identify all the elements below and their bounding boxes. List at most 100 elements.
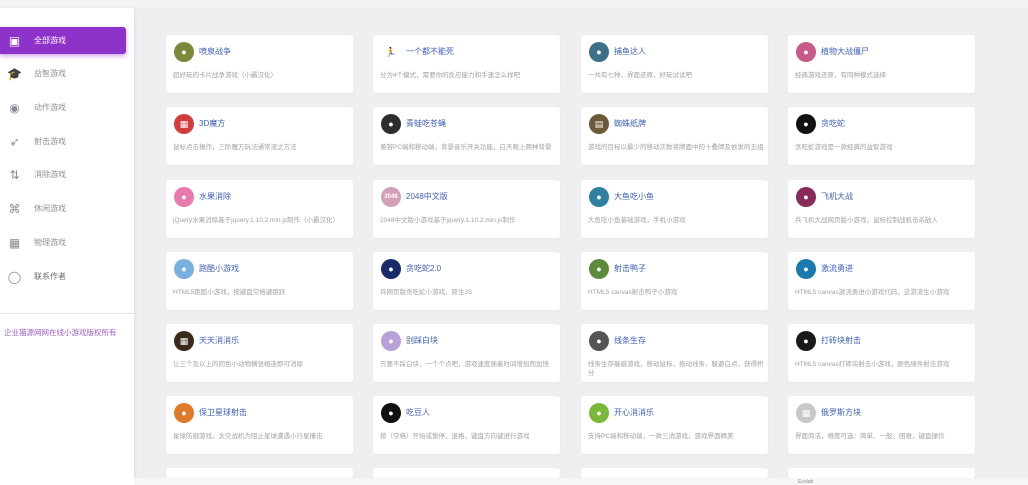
game-title[interactable]: 2048中文版 <box>406 191 448 202</box>
game-title[interactable]: 飞机大战 <box>821 191 853 202</box>
game-card[interactable]: ● 开心消消乐支持PC端和移动端，一款三消游戏，游戏界面精美 <box>581 396 768 454</box>
sidebar-item-category-2[interactable]: 🎓 益智游戏 <box>0 60 126 87</box>
game-card[interactable]: ● 别踩白块只要不踩白块，一个个点吧，游戏速度随着时间增加而加快 <box>373 324 560 382</box>
game-title[interactable]: 开心消消乐 <box>614 407 654 418</box>
game-description: 按（空格）开始或暂停，退格，键盘方向键进行游戏 <box>380 433 530 440</box>
game-card[interactable]: ● 飞机大战 兵飞机大战网页版小游戏，鼠标控制战机击杀敌人 <box>788 180 975 238</box>
game-card[interactable]: ● 线条生存线条生存躲避游戏，移动鼠标，拖动线条，躲避白点，获得积分 <box>581 324 768 382</box>
game-description: 贪吃蛇游戏是一款经典的益智游戏 <box>795 144 893 151</box>
game-card[interactable]: ▦ 3D魔方鼠标点击操作，三阶魔方玩法通常流之方法 <box>166 107 353 165</box>
game-description: HTML5跑酷小游戏，按键盘空格键跳跃 <box>173 289 286 296</box>
game-title[interactable]: 保卫星球射击 <box>199 407 247 418</box>
game-title[interactable]: 3D魔方 <box>199 118 225 129</box>
happy-match-icon: ● <box>589 403 609 423</box>
game-title[interactable]: 吃豆人 <box>406 407 430 418</box>
game-description: 界面简洁，难度可选：简单、一般、困难，键盘操作 <box>795 433 945 440</box>
sidebar-item-contact[interactable]: ◯ 联系作者 <box>0 263 126 290</box>
game-card[interactable]: ● 喷泉战争 超好玩的卡片战争游戏（小霸汉化） <box>166 35 353 93</box>
snake-icon: ● <box>796 114 816 134</box>
game-card[interactable]: ▦ 俄罗斯方块界面简洁，难度可选：简单、一般、困难，键盘操作 <box>788 396 975 454</box>
parkour-icon: ● <box>174 259 194 279</box>
fish-icon: ● <box>589 42 609 62</box>
game-title[interactable]: 打砖块射击 <box>821 335 861 346</box>
sidebar-item-category-7[interactable]: ▦ 物理游戏 <box>0 229 126 256</box>
game-card[interactable]: ● 青蛙吃苍蝇 兼容PC端和移动端，背景音乐开关功能，白天晚上两种背景 <box>373 107 560 165</box>
game-title[interactable]: 天天消消乐 <box>199 335 239 346</box>
game-card-partial[interactable] <box>166 468 353 478</box>
game-description: HTML5 canvas打砖块射击小游戏，颜色随件射击游戏 <box>795 361 950 368</box>
game-title[interactable]: 喷泉战争 <box>199 46 231 57</box>
snake-two-icon: ● <box>381 259 401 279</box>
game-card[interactable]: ● 激流勇进 HTML5 canvas激流勇进小游戏代码，这游流生小游戏 <box>788 252 975 310</box>
game-card-partial[interactable] <box>373 468 560 478</box>
tile-2048-icon: 2048 <box>381 187 401 207</box>
game-card[interactable]: ● 植物大战僵尸 经典游戏还原，有同种模式选择 <box>788 35 975 93</box>
game-card[interactable]: 🏃 一个都不能死分为4个模式，需要你的反应能力和手速怎么样吧 <box>373 35 560 93</box>
game-description: 只要不踩白块，一个个点吧，游戏速度随着时间增加而加快 <box>380 361 549 368</box>
runner-icon: 🏃 <box>381 42 401 62</box>
game-title[interactable]: 贪吃蛇 <box>821 118 845 129</box>
game-card[interactable]: ▦ 天天消消乐 让三个及以上的同色小动物横竖相连即可消除 <box>166 324 353 382</box>
line-survive-icon: ● <box>589 331 609 351</box>
game-title[interactable]: 线条生存 <box>614 335 646 346</box>
status-bar-label: Ecolab <box>798 479 814 485</box>
rocket-icon: ➶ <box>9 134 20 149</box>
piano-tile-icon: ● <box>381 331 401 351</box>
game-title[interactable]: 大鱼吃小鱼 <box>614 191 654 202</box>
cube-icon: ▦ <box>174 114 194 134</box>
game-description: 超好玩的卡片战争游戏（小霸汉化） <box>173 72 277 79</box>
tv-icon: ▣ <box>8 33 21 48</box>
sidebar-item-category-3[interactable]: ◉ 动作游戏 <box>0 94 126 121</box>
game-card[interactable]: ● 射击鸭子 HTML5 canvas射击鸭子小游戏 <box>581 252 768 310</box>
sidebar-item-label: 休闲游戏 <box>34 204 66 213</box>
game-title[interactable]: 蜘蛛纸牌 <box>614 118 646 129</box>
plane-icon: ● <box>796 187 816 207</box>
blocks-icon: ▦ <box>8 235 21 250</box>
frog-icon: ● <box>381 114 401 134</box>
tetris-icon: ▦ <box>796 403 816 423</box>
game-description: 线条生存躲避游戏，移动鼠标，拖动线条，躲避白点，获得积分 <box>588 361 764 377</box>
game-card[interactable]: ● 贪吃蛇2.0 兵网页版贪吃蛇小游戏，原生JS <box>373 252 560 310</box>
game-title[interactable]: 水果消除 <box>199 191 231 202</box>
game-card[interactable]: ● 水果消除 jQuery水果消除基于jquery.1.10.2.min.js制作（… <box>166 180 353 238</box>
puzzle-icon: ⌘ <box>8 201 21 216</box>
game-description: 星球防御游戏，太空战机为阻止星球遭遇小行星撞击 <box>173 433 323 440</box>
game-title[interactable]: 植物大战僵尸 <box>821 46 869 57</box>
game-title[interactable]: 射击鸭子 <box>614 263 646 274</box>
game-title[interactable]: 贪吃蛇2.0 <box>406 263 441 274</box>
graduation-cap-icon: 🎓 <box>7 66 22 81</box>
game-title[interactable]: 捕鱼达人 <box>614 46 646 57</box>
game-card-partial[interactable] <box>581 468 768 478</box>
sidebar-item-category-1[interactable]: ▣ 全部游戏 <box>0 27 126 54</box>
cards-icon: ▤ <box>589 114 609 134</box>
game-card-partial[interactable] <box>788 468 975 478</box>
game-description: 支持PC端和移动端，一款三消游戏，游戏界面精美 <box>588 433 734 440</box>
game-title[interactable]: 跑酷小游戏 <box>199 263 239 274</box>
sidebar-item-label: 全部游戏 <box>34 36 66 45</box>
big-fish-icon: ● <box>589 187 609 207</box>
game-card[interactable]: ● 贪吃蛇贪吃蛇游戏是一款经典的益智游戏 <box>788 107 975 165</box>
game-card[interactable]: ● 跑酷小游戏 HTML5跑酷小游戏，按键盘空格键跳跃 <box>166 252 353 310</box>
game-title[interactable]: 激流勇进 <box>821 263 853 274</box>
game-title[interactable]: 一个都不能死 <box>406 46 454 57</box>
sidebar-item-label: 动作游戏 <box>34 103 66 112</box>
game-card[interactable]: ● 捕鱼达人 一共有七种，界面还原，好玩试试吧 <box>581 35 768 93</box>
game-card[interactable]: ▤ 蜘蛛纸牌 游戏的目标以最少的移动次数将牌面中的十叠牌及依发的五组 <box>581 107 768 165</box>
game-description: 鼠标点击操作，三阶魔方玩法通常流之方法 <box>173 144 297 151</box>
sidebar-item-category-6[interactable]: ⌘ 休闲游戏 <box>0 195 126 222</box>
game-card[interactable]: ● 大鱼吃小鱼 大鱼吃小鱼基础游戏，手机小游戏 <box>581 180 768 238</box>
game-card[interactable]: 2048 2048中文版 2048中文版小游戏基于jquery.1.10.2.min… <box>373 180 560 238</box>
game-title[interactable]: 青蛙吃苍蝇 <box>406 118 446 129</box>
game-title[interactable]: 俄罗斯方块 <box>821 407 861 418</box>
game-description: 分为4个模式，需要你的反应能力和手速怎么样吧 <box>380 72 521 79</box>
game-description: 让三个及以上的同色小动物横竖相连即可消除 <box>173 361 303 368</box>
game-card[interactable]: ● 保卫星球射击星球防御游戏，太空战机为阻止星球遭遇小行星撞击 <box>166 396 353 454</box>
game-card[interactable]: ● 吃豆人 按（空格）开始或暂停，退格，键盘方向键进行游戏 <box>373 396 560 454</box>
game-description: 经典游戏还原，有同种模式选择 <box>795 72 886 79</box>
game-description: 兵网页版贪吃蛇小游戏，原生JS <box>380 289 473 296</box>
game-card[interactable]: ● 打砖块射击 HTML5 canvas打砖块射击小游戏，颜色随件射击游戏 <box>788 324 975 382</box>
sidebar-item-category-5[interactable]: ⇅ 消除游戏 <box>0 161 126 188</box>
sidebar-item-category-4[interactable]: ➶ 射击游戏 <box>0 128 126 155</box>
game-title[interactable]: 别踩白块 <box>406 335 438 346</box>
planet-icon: ● <box>174 403 194 423</box>
